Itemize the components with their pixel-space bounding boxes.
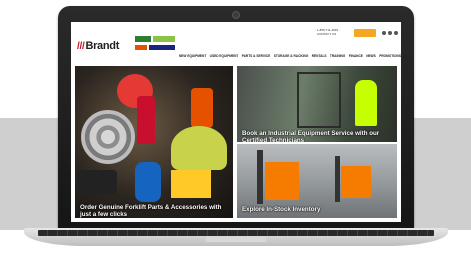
service-tile-caption: Book an Industrial Equipment Service wit… <box>242 130 380 142</box>
nav-finance[interactable]: FINANCE <box>349 52 363 60</box>
partner-logos <box>135 36 179 58</box>
inventory-tile-caption: Explore In-Stock Inventory <box>242 206 321 213</box>
blue-part-image <box>135 162 161 202</box>
hard-hat-image <box>171 126 227 170</box>
fire-extinguisher-image <box>137 96 155 144</box>
service-tile[interactable]: Book an Industrial Equipment Service wit… <box>237 66 397 142</box>
technician-image <box>355 80 377 126</box>
accessory-box-image <box>171 170 211 198</box>
nav-new-equipment[interactable]: NEW EQUIPMENT <box>179 52 206 60</box>
brand-logo[interactable]: ///Brandt <box>77 40 119 52</box>
nav-storage-racking[interactable]: STORAGE & RACKING <box>274 52 309 60</box>
tape-image <box>77 170 117 194</box>
phone-contact[interactable]: 1-855-711-4545 · CONTACT US <box>317 28 353 36</box>
nav-promotions[interactable]: PROMOTIONS <box>379 52 401 60</box>
nav-rentals[interactable]: RENTALS <box>312 52 327 60</box>
brand-name: Brandt <box>85 40 120 52</box>
forklift-image <box>265 162 299 200</box>
laptop-lid: 1-855-711-4545 · CONTACT US ///Brandt NE… <box>58 6 414 232</box>
linkedin-icon[interactable] <box>388 31 392 35</box>
partner-logo-4 <box>149 45 175 50</box>
nav-training[interactable]: TRAINING <box>330 52 345 60</box>
nav-parts-service[interactable]: PARTS & SERVICE <box>242 52 271 60</box>
request-quote-button[interactable] <box>354 29 376 37</box>
equipment-rack-image <box>297 72 341 128</box>
parts-tile-caption: Order Genuine Forklift Parts & Accessori… <box>80 204 222 218</box>
orange-part-image <box>191 88 213 128</box>
webcam <box>232 11 240 19</box>
partner-logo-3 <box>135 45 147 50</box>
trackpad <box>206 236 266 242</box>
youtube-icon[interactable] <box>394 31 398 35</box>
hose-reel-image <box>81 110 135 164</box>
forklift-mast-image-2 <box>335 156 340 202</box>
parts-accessories-tile[interactable]: Order Genuine Forklift Parts & Accessori… <box>75 66 233 218</box>
laptop-screen: 1-855-711-4545 · CONTACT US ///Brandt NE… <box>71 22 401 222</box>
partner-logo-2 <box>153 36 175 42</box>
partner-logo-1 <box>135 36 151 42</box>
facebook-icon[interactable] <box>382 31 386 35</box>
nav-used-equipment[interactable]: USED EQUIPMENT <box>210 52 239 60</box>
nav-news[interactable]: NEWS <box>366 52 376 60</box>
forklift-image-2 <box>341 166 371 198</box>
forklift-mast-image <box>257 150 263 204</box>
utility-bar: 1-855-711-4545 · CONTACT US <box>71 28 401 40</box>
main-nav: NEW EQUIPMENT USED EQUIPMENT PARTS & SER… <box>179 52 401 60</box>
site-header: 1-855-711-4545 · CONTACT US ///Brandt NE… <box>71 22 401 64</box>
inventory-tile[interactable]: Explore In-Stock Inventory <box>237 144 397 218</box>
